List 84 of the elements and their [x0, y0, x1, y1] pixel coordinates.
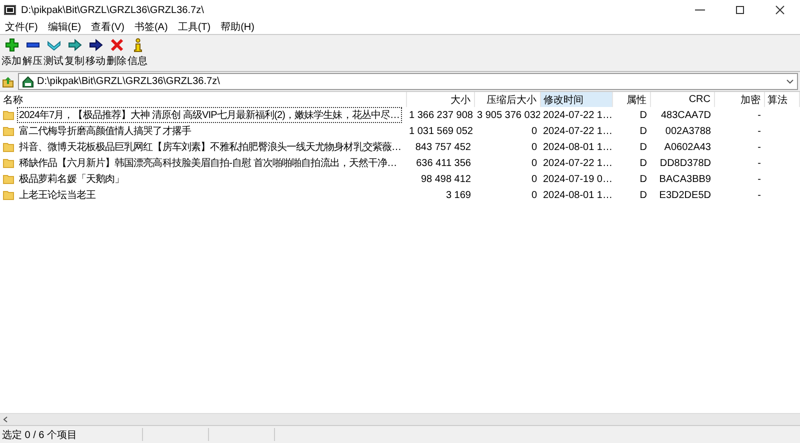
table-cell-text: -: [756, 156, 762, 170]
archive-icon: [22, 76, 34, 88]
table-cell-text: BACA3BB9: [658, 172, 712, 186]
table-cell-text: D: [638, 140, 648, 154]
menu-item[interactable]: 工具(T): [174, 20, 215, 34]
chevron-icon: [46, 38, 60, 52]
column-header[interactable]: 名称: [0, 92, 406, 107]
cross-icon: [110, 38, 124, 52]
app-icon: [4, 5, 16, 15]
table-cell: -: [714, 107, 764, 123]
toolbar-button[interactable]: 信息: [127, 35, 148, 71]
table-cell-text: A0602A43: [663, 140, 712, 154]
menu-item[interactable]: 查看(V): [88, 20, 128, 34]
toolbar-button[interactable]: 复制: [64, 35, 85, 71]
table-cell-text: 0: [530, 156, 538, 170]
toolbar-button[interactable]: 解压: [22, 35, 43, 71]
table-cell-text: 2024-08-01 1…: [542, 140, 612, 154]
table-cell-text: 002A3788: [664, 124, 712, 138]
folder-icon: [3, 158, 14, 168]
table-cell-text: -: [756, 188, 762, 202]
table-cell: 483CAA7D: [650, 107, 714, 123]
column-header[interactable]: 修改时间: [540, 92, 612, 107]
table-cell-text: -: [756, 140, 762, 154]
table-cell-text: 0: [530, 188, 538, 202]
table-cell-text: 2024-07-19 0…: [542, 172, 612, 186]
arrow-right-icon: [88, 38, 102, 52]
table-cell-text: 2024-07-22 1…: [542, 156, 612, 170]
table-cell-text: 2024-08-01 1…: [542, 188, 612, 202]
table-cell-text: 0: [530, 124, 538, 138]
file-name[interactable]: 上老王论坛当老王: [17, 187, 98, 203]
toolbar-button[interactable]: 测试: [43, 35, 64, 71]
plus-icon: [4, 38, 18, 52]
toolbar-button[interactable]: 添加: [1, 35, 22, 71]
table-cell-text: 1 031 569 052: [408, 124, 474, 138]
table-cell-text: 843 757 452: [414, 140, 472, 154]
table-cell: 2024-07-22 1…: [540, 107, 612, 123]
table-cell: D: [612, 107, 650, 123]
column-header[interactable]: CRC: [650, 92, 714, 107]
close-icon[interactable]: [775, 5, 785, 15]
file-name[interactable]: 富二代梅导折磨高颜值情人搞哭了才撂手: [17, 123, 193, 139]
folder-icon: [3, 174, 14, 184]
folder-up-icon: [2, 76, 14, 88]
scroll-left-icon[interactable]: [3, 416, 8, 423]
toolbar-button[interactable]: 移动: [85, 35, 106, 71]
column-header[interactable]: 算法: [764, 92, 800, 107]
window-title: D:\pikpak\Bit\GRZL\GRZL36\GRZL36.7z\: [21, 4, 205, 16]
folder-icon: [3, 110, 14, 120]
menu-item[interactable]: 文件(F): [2, 20, 42, 34]
maximize-icon[interactable]: [735, 5, 745, 15]
table-cell-text: D: [638, 188, 648, 202]
folder-icon: [3, 142, 14, 152]
column-header[interactable]: 大小: [406, 92, 474, 107]
toolbar-button[interactable]: 删除: [106, 35, 127, 71]
table-cell-text: D: [638, 124, 648, 138]
file-name[interactable]: 2024年7月，【极品推荐】大神 清原创 高级VIP七月最新福利(2)，嫩妹学生妹，花丛中尽…: [17, 107, 402, 123]
arrow-right-icon: [68, 38, 82, 52]
file-name[interactable]: 极品萝莉名媛「天鹅肉」: [17, 171, 126, 187]
table-cell-text: DD8D378D: [658, 156, 712, 170]
table-cell-text: 98 498 412: [420, 172, 472, 186]
table-cell-text: 0: [530, 172, 538, 186]
table-cell-text: -: [756, 172, 762, 186]
table-cell-text: D: [638, 172, 648, 186]
column-header[interactable]: 压缩后大小: [474, 92, 540, 107]
menu-item[interactable]: 帮助(H): [218, 20, 258, 34]
table-cell-text: E3D2DE5D: [658, 188, 712, 202]
file-name[interactable]: 稀缺作品【六月新片】韩国漂亮高科技脸美眉自拍-自慰 首次啪啪啪自拍流出，天然干净…: [17, 155, 399, 171]
folder-icon: [3, 190, 14, 200]
column-header[interactable]: 加密: [714, 92, 764, 107]
status-text: 选定 0 / 6 个项目: [1, 428, 78, 442]
table-cell-text: -: [756, 124, 762, 138]
table-cell-text: D: [638, 156, 648, 170]
table-cell-text: 636 411 356: [415, 156, 472, 170]
address-field[interactable]: D:\pikpak\Bit\GRZL\GRZL36\GRZL36.7z\: [18, 73, 798, 90]
table-cell-text: 3 169: [444, 188, 472, 202]
table-cell-text: 0: [530, 140, 538, 154]
folder-icon: [3, 126, 14, 136]
column-header[interactable]: 属性: [612, 92, 650, 107]
up-folder-button[interactable]: [2, 76, 14, 88]
dropdown-caret-icon[interactable]: [786, 78, 794, 84]
table-cell-text: 2024-07-22 1…: [542, 124, 612, 138]
menu-item[interactable]: 编辑(E): [44, 20, 86, 34]
table-cell: 1 366 237 908: [406, 107, 474, 123]
menu-item[interactable]: 书签(A): [131, 20, 172, 34]
file-name[interactable]: 抖音、微博天花板极品巨乳网红【房车刘素】不雅私拍肥臀浪头一线天尤物身材乳交紫薇…: [17, 139, 404, 155]
